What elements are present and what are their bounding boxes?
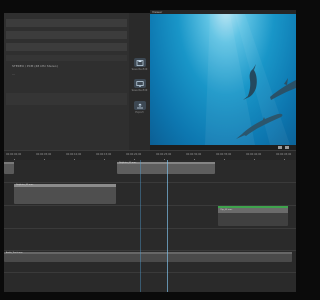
timeline-clip[interactable]: Dolphins_02.mov — [14, 184, 116, 204]
clip-label: Dolphins_01.mov — [119, 162, 137, 164]
ruler-label: 00:00:45;00 — [276, 153, 292, 156]
preview-frame-image — [205, 14, 296, 145]
timeline-clip[interactable]: Dolphins_01.mov — [117, 162, 215, 174]
track-divider — [4, 228, 296, 229]
ruler-label: 00:00:30;00 — [186, 153, 202, 156]
save-button[interactable] — [134, 58, 146, 67]
property-label: ... — [12, 72, 15, 76]
dolphin-shape — [270, 78, 296, 100]
track-divider — [4, 250, 296, 251]
clip-label: Dolphins_02.mov — [16, 184, 34, 186]
property-row[interactable] — [6, 31, 127, 39]
clip-header — [4, 162, 14, 164]
playhead[interactable] — [167, 160, 168, 292]
action-column: Save Re-Edit Save Re-Edit Export — [129, 13, 150, 150]
ruler-label: 00:00:15;00 — [96, 153, 112, 156]
clip-header — [4, 252, 292, 254]
ruler-label: 00:00:10;00 — [66, 153, 82, 156]
fullscreen-icon[interactable] — [285, 146, 289, 149]
property-row[interactable] — [6, 43, 127, 51]
ruler-label: 00:00:20;00 — [126, 153, 142, 156]
properties-panel: STEREO / PCM (48 kHz Stereo) ... — [4, 13, 129, 150]
timeline-clip[interactable]: Clip_03.mov — [218, 206, 288, 226]
marker-line — [140, 160, 141, 292]
export-label: Export — [135, 111, 144, 114]
track-divider — [4, 182, 296, 183]
property-row[interactable] — [6, 93, 127, 105]
property-row[interactable]: STEREO / PCM (48 kHz Stereo) — [6, 63, 127, 69]
clip-label: Clip_03.mov — [220, 209, 233, 211]
property-row[interactable] — [6, 55, 127, 61]
app-window: STEREO / PCM (48 kHz Stereo) ... Save Re… — [0, 0, 300, 300]
timeline-tracks[interactable]: Dolphins_01.mov Dolphins_02.mov Clip_03.… — [4, 160, 296, 292]
track-divider — [4, 272, 296, 273]
export-icon — [137, 103, 143, 108]
audio-format-label: STEREO / PCM (48 kHz Stereo) — [12, 64, 58, 68]
monitor-label: Save Re-Edit — [131, 89, 148, 92]
fit-icon[interactable] — [278, 146, 282, 149]
property-row[interactable] — [6, 19, 127, 27]
ruler-label: 00:00:00;00 — [6, 153, 22, 156]
timeline-clip[interactable] — [4, 162, 14, 174]
save-icon — [136, 59, 144, 66]
ruler-label: 00:00:35;00 — [216, 153, 232, 156]
ruler-label: 00:00:05;00 — [36, 153, 52, 156]
ruler-label: 00:00:40;00 — [246, 153, 262, 156]
video-preview[interactable] — [150, 14, 296, 145]
ruler-label: 00:00:25;00 — [156, 153, 172, 156]
monitor-icon — [136, 80, 144, 87]
timeline-clip[interactable]: Audio_Track.wav — [4, 252, 292, 262]
monitor-button[interactable] — [134, 79, 146, 88]
property-row[interactable]: ... — [6, 71, 127, 77]
save-label: Save Re-Edit — [131, 68, 148, 71]
clip-label: Audio_Track.wav — [6, 252, 23, 254]
export-button[interactable] — [134, 101, 146, 110]
